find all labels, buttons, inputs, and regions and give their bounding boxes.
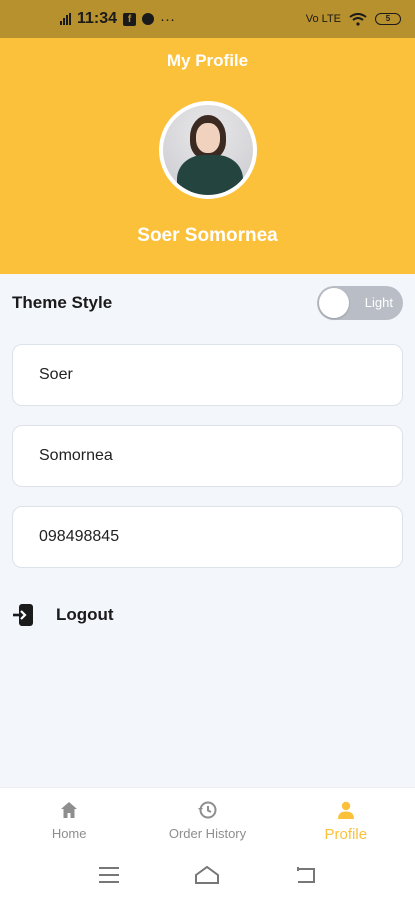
logout-label: Logout	[56, 605, 114, 624]
status-right: Vo LTE 5	[305, 12, 401, 26]
status-bar: 11:34 f ··· Vo LTE 5	[0, 0, 415, 38]
toggle-label: Light	[364, 295, 393, 310]
theme-style-row: Theme Style Light	[0, 274, 415, 332]
phone-field[interactable]: 098498845	[12, 506, 403, 568]
last-name-field[interactable]: Somornea	[12, 425, 403, 487]
logout-button[interactable]: Logout	[12, 598, 114, 632]
nav-order-history[interactable]: Order History	[138, 788, 276, 850]
profile-header: My Profile Soer Somornea	[0, 38, 415, 274]
nav-home-label: Home	[51, 826, 87, 841]
status-time: 11:34	[77, 10, 118, 27]
signal-icon	[60, 13, 71, 25]
home-icon	[61, 802, 78, 818]
battery-icon: 5	[375, 13, 401, 25]
back-icon[interactable]	[292, 864, 320, 886]
nav-profile-label: Profile	[324, 826, 368, 843]
wifi-icon	[349, 12, 367, 26]
toggle-knob	[319, 288, 349, 318]
menu-icon[interactable]	[95, 864, 123, 886]
history-icon	[198, 801, 217, 819]
avatar-face	[195, 123, 220, 153]
avatar[interactable]	[158, 101, 257, 199]
profile-name: Soer Somornea	[137, 225, 278, 246]
first-name-field[interactable]: Soer	[12, 344, 403, 406]
app-notification-icon	[142, 13, 155, 25]
bottom-nav: Home Order History Profile	[0, 787, 415, 850]
nav-home[interactable]: Home	[0, 788, 138, 850]
theme-toggle[interactable]: Light	[317, 286, 403, 320]
facebook-icon: f	[123, 12, 137, 26]
nav-profile[interactable]: Profile	[277, 788, 415, 850]
system-nav-bar	[0, 850, 415, 900]
status-left: 11:34 f ···	[14, 10, 175, 28]
page-title: My Profile	[166, 51, 249, 70]
theme-style-label: Theme Style	[12, 293, 113, 312]
volte-label: Vo LTE	[305, 13, 341, 25]
more-notifications-icon: ···	[160, 10, 176, 28]
logout-icon	[13, 604, 33, 626]
home-button-icon[interactable]	[193, 864, 221, 886]
avatar-body	[176, 155, 243, 195]
person-icon	[337, 801, 354, 819]
nav-order-history-label: Order History	[168, 826, 247, 841]
